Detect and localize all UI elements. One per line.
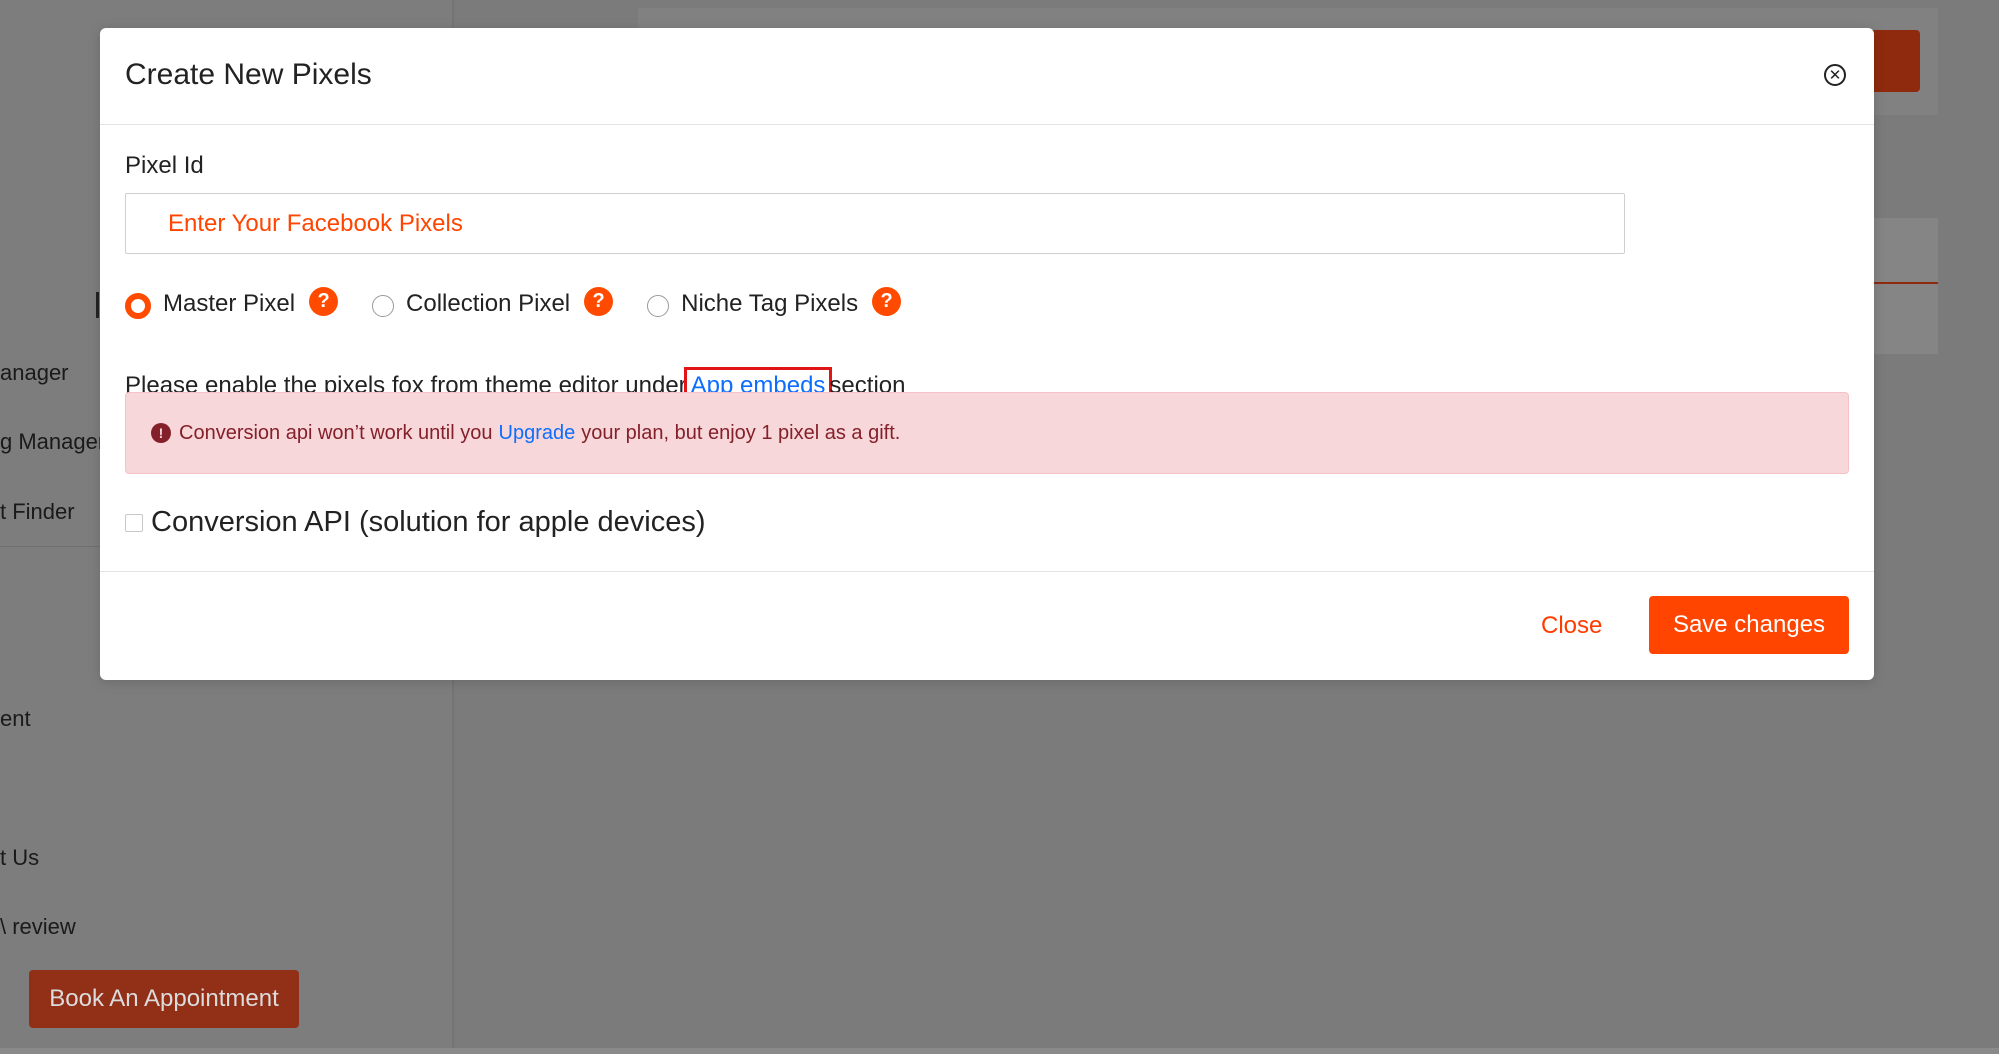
radio-master-pixel-label: Master Pixel	[163, 290, 296, 317]
radio-niche-tag-pixels-dot[interactable]	[647, 295, 670, 317]
radio-collection-pixel[interactable]: Collection Pixel ?	[372, 286, 614, 319]
background-nav-item: g Manager	[0, 429, 106, 454]
radio-collection-pixel-dot[interactable]	[372, 295, 395, 317]
background-nav-item: \ review	[0, 914, 76, 939]
modal-title: Create New Pixels	[125, 58, 372, 91]
modal-footer: Close Save changes	[100, 571, 1874, 681]
upgrade-alert: ! Conversion api won’t work until you Up…	[125, 392, 1849, 474]
conversion-api-option[interactable]: Conversion API (solution for apple devic…	[125, 506, 706, 539]
radio-master-pixel-dot[interactable]	[125, 293, 151, 319]
close-button[interactable]: Close	[1531, 602, 1612, 650]
conversion-api-label: Conversion API (solution for apple devic…	[151, 506, 706, 538]
background-nav-item: t Finder	[0, 499, 75, 524]
save-changes-button[interactable]: Save changes	[1649, 596, 1849, 654]
background-nav-item: t Us	[0, 845, 40, 870]
background-nav-item: anager	[0, 360, 69, 385]
create-pixels-modal: Create New Pixels ✕ Pixel Id Master Pixe…	[100, 28, 1874, 680]
upgrade-link[interactable]: Upgrade	[499, 422, 576, 445]
background-action-button	[1870, 30, 1920, 92]
help-icon[interactable]: ?	[584, 286, 614, 316]
pixel-type-radio-group: Master Pixel ? Collection Pixel ? Niche …	[125, 286, 935, 322]
alert-suffix: your plan, but enjoy 1 pixel as a gift.	[581, 421, 901, 444]
conversion-api-checkbox[interactable]	[125, 513, 143, 532]
pixel-id-input[interactable]	[125, 193, 1625, 254]
radio-collection-pixel-label: Collection Pixel	[406, 290, 571, 317]
radio-niche-tag-pixels-label: Niche Tag Pixels	[681, 290, 859, 317]
modal-header: Create New Pixels ✕	[100, 28, 1874, 125]
background-book-appointment-button: Book An Appointment	[29, 970, 299, 1028]
radio-master-pixel[interactable]: Master Pixel ?	[125, 286, 339, 319]
background-marker	[96, 292, 99, 318]
pixel-id-label: Pixel Id	[125, 152, 204, 179]
alert-prefix: Conversion api won’t work until you	[179, 421, 493, 444]
close-circle-icon[interactable]: ✕	[1824, 64, 1846, 86]
help-icon[interactable]: ?	[872, 286, 902, 316]
help-icon[interactable]: ?	[309, 286, 339, 316]
background-nav-item: ent	[0, 706, 31, 731]
exclamation-circle-icon: !	[151, 423, 171, 443]
radio-niche-tag-pixels[interactable]: Niche Tag Pixels ?	[647, 286, 902, 319]
background-bottom-strip	[0, 1048, 1999, 1054]
